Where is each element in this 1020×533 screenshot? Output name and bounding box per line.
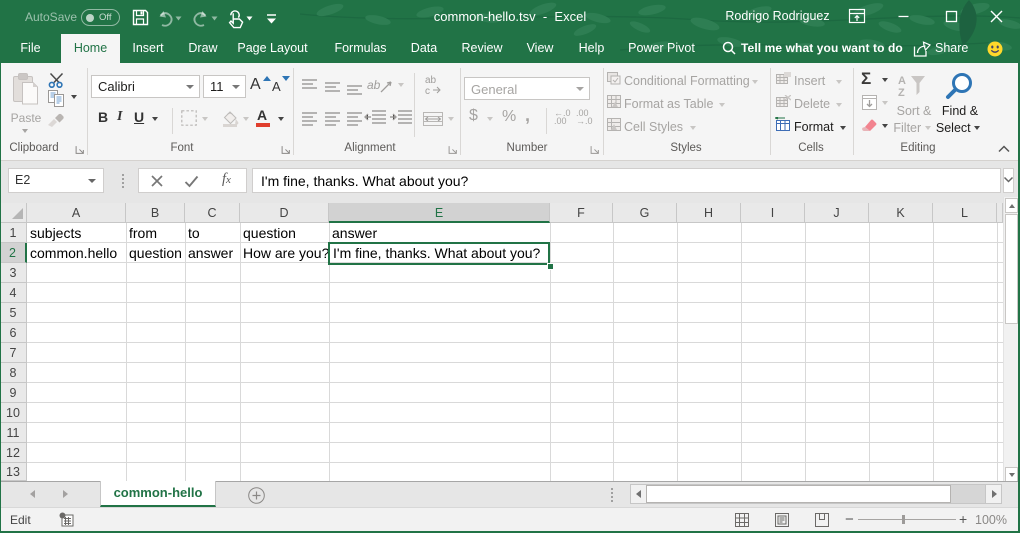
svg-text:ab: ab (425, 75, 437, 86)
svg-text:ab: ab (367, 78, 381, 92)
svg-text:Z: Z (898, 87, 905, 98)
svg-text:c: c (425, 86, 430, 96)
svg-text:A: A (898, 75, 906, 87)
